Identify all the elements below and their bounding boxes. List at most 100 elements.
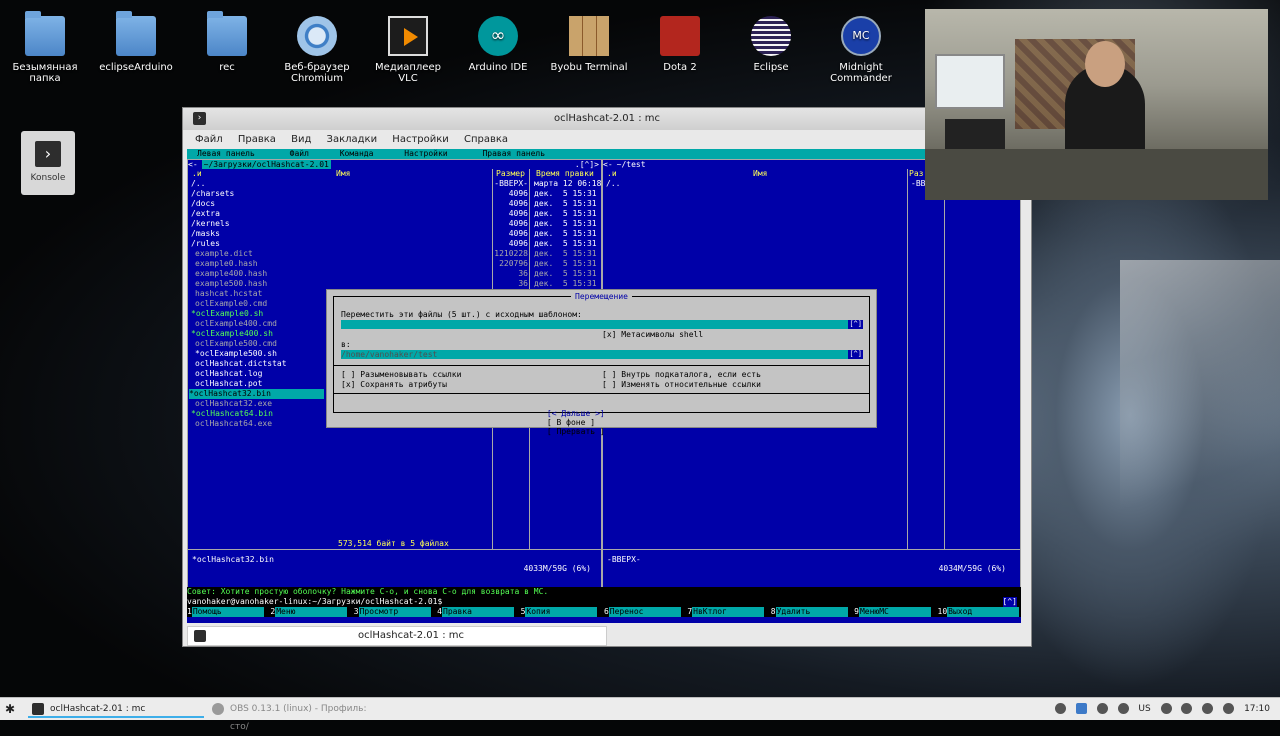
- prompt-marker[interactable]: [^]: [1002, 597, 1017, 607]
- file-row-name[interactable]: example400.hash: [195, 269, 267, 279]
- file-row-name[interactable]: oclExample500.cmd: [195, 339, 277, 349]
- file-row-name[interactable]: *oclExample500.sh: [195, 349, 277, 359]
- network-icon[interactable]: [1054, 703, 1066, 714]
- notifications-icon[interactable]: [1075, 703, 1087, 714]
- menu-view[interactable]: Вид: [291, 134, 311, 145]
- file-row-name[interactable]: example500.hash: [195, 279, 267, 289]
- file-row-name[interactable]: *oclExample0.sh: [191, 309, 263, 319]
- left-col-size[interactable]: Размер: [496, 169, 525, 179]
- right-col-size[interactable]: Раз: [909, 169, 923, 179]
- konsole-tab[interactable]: oclHashcat-2.01 : mc: [187, 626, 607, 646]
- mc-menu-options[interactable]: Настройки: [400, 149, 451, 159]
- file-row-name[interactable]: *oclHashcat32.bin: [189, 389, 324, 399]
- dest-input[interactable]: /home/vanohaker/test [^]: [341, 350, 863, 359]
- file-row-name[interactable]: /masks: [191, 229, 220, 239]
- desktop-icon-midnight-commander[interactable]: MC Midnight Commander: [821, 16, 901, 84]
- desktop-icon-eclipsearduino[interactable]: eclipseArduino: [96, 11, 176, 73]
- shell-prompt-text: vanohaker@vanohaker-linux:~/Загрузки/ocl…: [187, 597, 443, 606]
- clock[interactable]: 17:10: [1244, 701, 1270, 717]
- deref-links-checkbox[interactable]: [ ] Разыменовывать ссылки: [341, 370, 461, 379]
- file-row-name[interactable]: /rules: [191, 239, 220, 249]
- right-row-updir[interactable]: /..: [606, 179, 620, 189]
- desktop-icon-eclipse[interactable]: Eclipse: [731, 16, 811, 73]
- desktop-icon-byobu[interactable]: Byobu Terminal: [549, 16, 629, 73]
- right-col-name[interactable]: Имя: [753, 169, 767, 179]
- abort-button[interactable]: [ Прервать ]: [547, 427, 605, 436]
- left-sort-marker[interactable]: .[^]>: [575, 160, 599, 169]
- background-button[interactable]: [ В фоне ]: [547, 418, 595, 427]
- dive-subdir-checkbox[interactable]: [ ] Внутрь подкаталога, если есть: [602, 370, 761, 379]
- fkey-8[interactable]: 8Удалить: [771, 607, 854, 617]
- file-row-name[interactable]: /..: [191, 179, 205, 189]
- task-konsole[interactable]: oclHashcat-2.01 : mc: [28, 700, 204, 718]
- fkey-6[interactable]: 6Перенос: [604, 607, 687, 617]
- file-row-name[interactable]: /charsets: [191, 189, 234, 199]
- desktop-icon-chromium[interactable]: Веб-браузер Chromium: [277, 16, 357, 84]
- fkey-7[interactable]: 7НвКтлог: [687, 607, 770, 617]
- mc-menu-file[interactable]: Файл: [286, 149, 313, 159]
- file-row-name[interactable]: example0.hash: [195, 259, 258, 269]
- mc-menu-left-panel[interactable]: Левая панель: [193, 149, 259, 159]
- dest-history-button[interactable]: [^]: [848, 350, 863, 359]
- menu-settings[interactable]: Настройки: [392, 134, 448, 145]
- file-row-size: 4096: [508, 199, 528, 208]
- menu-bookmarks[interactable]: Закладки: [327, 134, 378, 145]
- file-row-name[interactable]: /kernels: [191, 219, 230, 229]
- file-row-name[interactable]: *oclExample400.sh: [191, 329, 273, 339]
- file-row-name[interactable]: oclHashcat32.exe: [195, 399, 272, 409]
- fkey-label: Правка: [442, 607, 514, 617]
- fkey-2[interactable]: 2Меню: [270, 607, 353, 617]
- window-titlebar[interactable]: › oclHashcat-2.01 : mc: [183, 108, 1031, 130]
- fkey-9[interactable]: 9МенюMC: [854, 607, 937, 617]
- mc-menu-right-panel[interactable]: Правая панель: [478, 149, 549, 159]
- fkey-5[interactable]: 5Копия: [521, 607, 604, 617]
- file-row-name[interactable]: oclHashcat.log: [195, 369, 262, 379]
- usb-icon[interactable]: [1223, 703, 1235, 714]
- desktop-icon-unnamed-folder[interactable]: Безымянная папка: [5, 11, 85, 84]
- file-row-name[interactable]: example.dict: [195, 249, 253, 259]
- file-row-name[interactable]: oclHashcat.pot: [195, 379, 262, 389]
- kde-menu-icon[interactable]: ✱: [5, 702, 19, 716]
- shell-prompt[interactable]: vanohaker@vanohaker-linux:~/Загрузки/ocl…: [187, 597, 1021, 607]
- continue-button[interactable]: [< Дальше >]: [547, 409, 605, 418]
- fkey-3[interactable]: 3Просмотр: [354, 607, 437, 617]
- volume-icon[interactable]: [1181, 703, 1193, 714]
- file-row-name[interactable]: oclExample0.cmd: [195, 299, 267, 309]
- desktop-icon-arduino[interactable]: ∞ Arduino IDE: [458, 16, 538, 73]
- preserve-attrs-checkbox[interactable]: [x] Сохранять атрибуты: [341, 380, 447, 389]
- source-history-button[interactable]: [^]: [848, 320, 863, 329]
- keyboard-layout[interactable]: US: [1138, 701, 1150, 717]
- desktop-icon-dota2[interactable]: Dota 2: [640, 16, 720, 73]
- file-row-name[interactable]: oclHashcat.dictstat: [195, 359, 287, 369]
- left-col-time[interactable]: Время правки: [536, 169, 594, 179]
- source-pattern-input[interactable]: [^]: [341, 320, 863, 329]
- menu-help[interactable]: Справка: [464, 134, 508, 145]
- menu-edit[interactable]: Правка: [238, 134, 276, 145]
- task-obs[interactable]: OBS 0.13.1 (linux) - Профиль: сто/: [208, 700, 388, 732]
- stable-symlinks-checkbox[interactable]: [ ] Изменять относительные ссылки: [602, 380, 761, 389]
- fkey-1[interactable]: 1Помощь: [187, 607, 270, 617]
- mc-menu-command[interactable]: Команда: [336, 149, 378, 159]
- battery-icon[interactable]: [1202, 703, 1214, 714]
- menu-file[interactable]: Файл: [195, 134, 223, 145]
- file-row-name[interactable]: oclExample400.cmd: [195, 319, 277, 329]
- fkey-10[interactable]: 10Выход: [938, 607, 1021, 617]
- file-row-time: дек. 5 15:31: [534, 259, 597, 268]
- file-row-name[interactable]: /extra: [191, 209, 220, 219]
- file-row-name[interactable]: oclHashcat64.exe: [195, 419, 272, 429]
- desktop-icon-vlc[interactable]: Медиаплеер VLC: [368, 16, 448, 84]
- file-row-name[interactable]: /docs: [191, 199, 215, 209]
- file-row-name[interactable]: *oclHashcat64.bin: [191, 409, 273, 419]
- left-col-sort[interactable]: .и: [192, 169, 202, 179]
- clipboard-icon[interactable]: [1160, 703, 1172, 714]
- shell-meta-checkbox[interactable]: [x] Метасимволы shell: [602, 330, 703, 339]
- desktop-icon-rec[interactable]: rec: [187, 11, 267, 73]
- right-col-sort[interactable]: .и: [607, 169, 617, 179]
- file-row-name[interactable]: hashcat.hcstat: [195, 289, 262, 299]
- updates-icon[interactable]: [1096, 703, 1108, 714]
- konsole-launcher[interactable]: › Konsole: [21, 131, 75, 195]
- left-col-name[interactable]: Имя: [336, 169, 350, 179]
- bluetooth-icon[interactable]: [1117, 703, 1129, 714]
- move-dialog[interactable]: Перемещение Переместить эти файлы (5 шт.…: [326, 289, 877, 436]
- fkey-4[interactable]: 4Правка: [437, 607, 520, 617]
